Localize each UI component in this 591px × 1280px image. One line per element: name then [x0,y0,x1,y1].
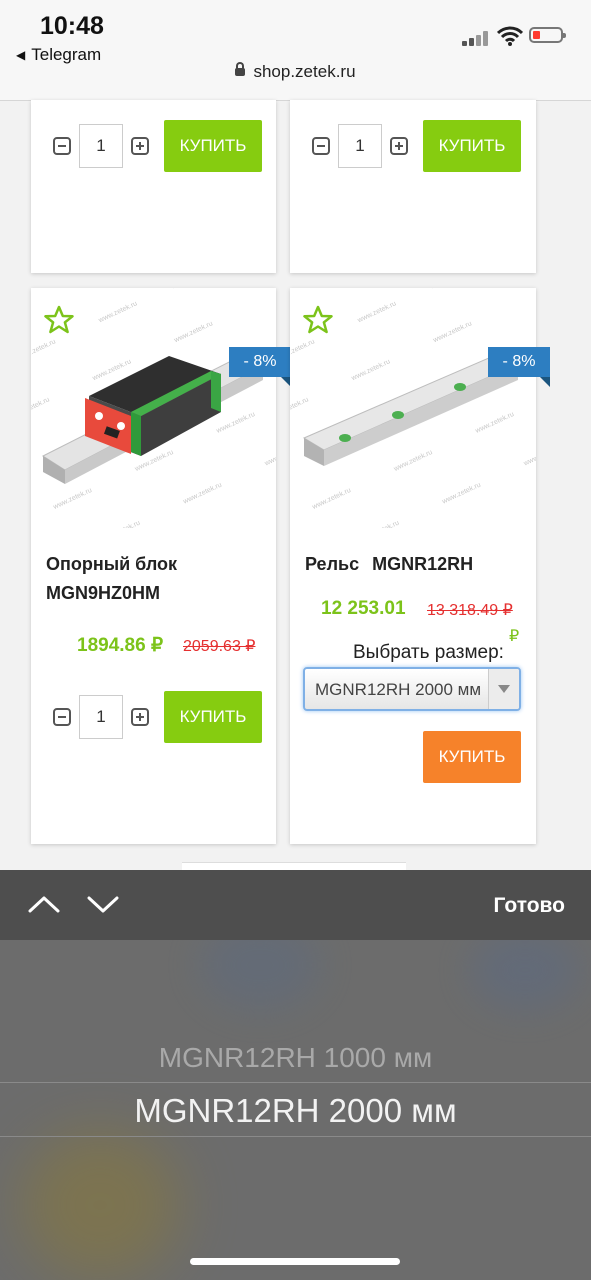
picker-option[interactable]: MGNR12RH 1000 мм [0,1042,591,1074]
minus-icon[interactable] [53,708,71,726]
product-name[interactable]: Рельс MGNR12RH [305,550,473,579]
picker-selection-line-bottom [0,1136,591,1137]
wifi-icon [497,26,523,46]
battery-icon [529,27,566,43]
done-button[interactable]: Готово [494,894,565,918]
lock-icon [235,62,246,76]
url-text: shop.zetek.ru [253,62,356,81]
dropdown-arrow-icon [488,669,519,709]
discount-badge: - 8% [229,347,291,387]
price-currency: ₽ [509,628,520,645]
product-name[interactable]: Опорный блок MGN9HZ0HM [46,550,177,608]
product-old-price: 2059.63 ₽ [183,638,256,655]
product-old-price: 13 318.49 ₽ [427,602,513,619]
svg-text:www.zetek.ru: www.zetek.ru [31,396,51,420]
svg-text:www.zetek.ru: www.zetek.ru [522,443,536,467]
svg-text:www.zetek.ru: www.zetek.ru [31,338,57,362]
minus-icon[interactable] [53,137,71,155]
size-select[interactable]: MGNR12RH 2000 мм [303,667,521,711]
buy-button[interactable]: КУПИТЬ [164,691,262,743]
plus-icon[interactable] [131,137,149,155]
svg-text:www.zetek.ru: www.zetek.ru [263,443,276,467]
browser-header: 10:48 ◀ Telegram shop.zetek.ru [0,0,591,101]
quantity-input[interactable]: 1 [79,695,123,739]
svg-text:www.zetek.ru: www.zetek.ru [428,288,470,291]
product-price: 1894.86 ₽ [77,635,164,656]
product-card-carriage: www.zetek.ru www.zetek.ru www.zetek.ru www… [31,288,291,844]
svg-text:www.zetek.ru: www.zetek.ru [310,487,352,511]
chevron-down-icon[interactable] [87,892,119,916]
home-indicator[interactable] [190,1258,400,1265]
discount-badge: - 8% [488,347,550,387]
product-name-line2: MGN9HZ0HM [46,583,161,603]
buy-button[interactable]: КУПИТЬ [423,731,521,783]
svg-text:www.zetek.ru: www.zetek.ru [392,449,434,473]
product-card-top-left: 1 КУПИТЬ [31,100,276,273]
quantity-stepper: 1 [312,124,408,168]
picker-option-selected[interactable]: MGNR12RH 2000 мм [0,1092,591,1130]
picker-selection-line-top [0,1082,591,1083]
svg-text:www.zetek.ru: www.zetek.ru [431,320,473,344]
product-price: 12 253.01 [321,598,406,619]
svg-text:www.zetek.ru: www.zetek.ru [181,482,223,506]
buy-button[interactable]: КУПИТЬ [423,120,521,172]
product-name-line1: Опорный блок [46,554,178,574]
svg-text:www.zetek.ru: www.zetek.ru [474,411,516,435]
favorite-star-icon[interactable] [303,305,333,335]
product-card-rail: www.zetek.ru www.zetek.ru www.zetek.ru www… [290,288,550,844]
svg-text:www.zetek.ru: www.zetek.ru [97,300,139,324]
quantity-stepper: 1 [53,695,149,739]
svg-text:www.zetek.ru: www.zetek.ru [215,411,257,435]
svg-text:www.zetek.ru: www.zetek.ru [169,288,211,291]
product-card-top-right: 1 КУПИТЬ [290,100,536,273]
size-label: Выбрать размер: [353,642,504,663]
svg-text:www.zetek.ru: www.zetek.ru [172,320,214,344]
plus-icon[interactable] [131,708,149,726]
svg-text:www.zetek.ru: www.zetek.ru [100,520,142,528]
picker-toolbar: Готово [0,870,591,940]
svg-text:www.zetek.ru: www.zetek.ru [359,520,401,528]
cellular-signal-icon [462,30,490,46]
svg-text:www.zetek.ru: www.zetek.ru [51,487,93,511]
svg-text:www.zetek.ru: www.zetek.ru [440,482,482,506]
svg-text:www.zetek.ru: www.zetek.ru [350,358,392,382]
address-bar[interactable]: shop.zetek.ru [0,62,591,82]
buy-button[interactable]: КУПИТЬ [164,120,262,172]
quantity-stepper: 1 [53,124,149,168]
back-triangle-icon: ◀ [16,48,26,62]
svg-text:www.zetek.ru: www.zetek.ru [290,338,316,362]
quantity-input[interactable]: 1 [79,124,123,168]
size-select-value: MGNR12RH 2000 мм [315,680,482,699]
plus-icon[interactable] [390,137,408,155]
favorite-star-icon[interactable] [44,305,74,335]
chevron-up-icon[interactable] [28,892,60,916]
minus-icon[interactable] [312,137,330,155]
svg-text:www.zetek.ru: www.zetek.ru [356,300,398,324]
svg-text:www.zetek.ru: www.zetek.ru [290,396,310,420]
quantity-input[interactable]: 1 [338,124,382,168]
status-time: 10:48 [40,12,104,40]
size-picker-wheel[interactable]: MGNR12RH 1000 мм MGNR12RH 2000 мм [0,940,591,1280]
